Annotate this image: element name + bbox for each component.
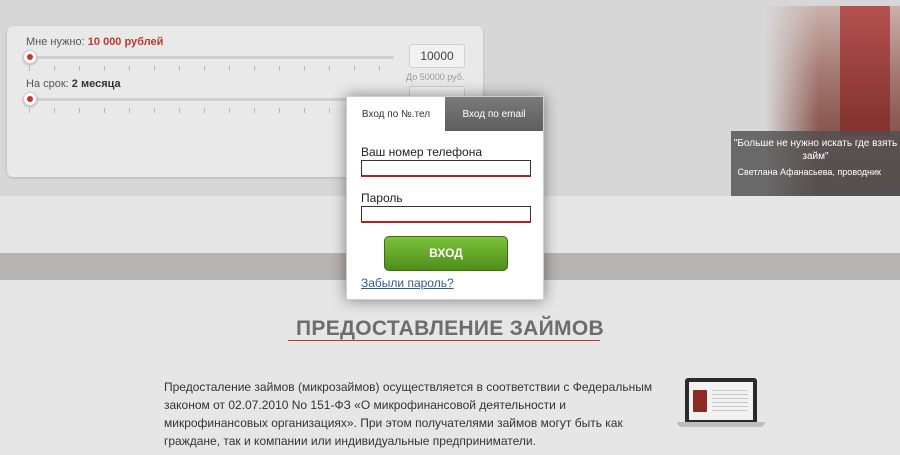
- laptop-base: [677, 422, 765, 427]
- section-paragraph: Предосталение займов (микрозаймов) осуще…: [164, 380, 653, 448]
- amount-label-row: Мне нужно: 10 000 рублей: [26, 36, 163, 48]
- amount-value: 10 000 рублей: [87, 36, 164, 48]
- login-button[interactable]: ВХОД: [384, 236, 508, 271]
- title-underline: [288, 340, 600, 341]
- section-title: ПРЕДОСТАВЛЕНИЕ ЗАЙМОВ: [296, 317, 604, 340]
- term-value: 2 месяца: [71, 78, 121, 90]
- testimonial-author: Светлана Афанасьева, проводник: [737, 167, 881, 177]
- testimonial-box: "Больше не нужно искать где взять займ" …: [731, 131, 900, 196]
- login-modal: Вход по №.тел Вход по email Ваш номер те…: [346, 96, 544, 300]
- term-label-row: На срок: 2 месяца: [26, 78, 121, 90]
- document-lines: [712, 390, 748, 412]
- passport-icon: [693, 390, 707, 412]
- term-slider-ticks: [29, 108, 394, 113]
- term-slider-track[interactable]: [29, 98, 394, 101]
- amount-slider-track[interactable]: [29, 56, 394, 59]
- password-label: Пароль: [361, 191, 403, 205]
- password-input[interactable]: [361, 206, 531, 223]
- testimonial-quote: "Больше не нужно искать где взять займ": [733, 138, 898, 162]
- phone-label: Ваш номер телефона: [361, 145, 483, 159]
- tab-phone-login[interactable]: Вход по №.тел: [347, 97, 445, 131]
- forgot-password-link[interactable]: Забыли пароль?: [361, 276, 454, 290]
- term-label: На срок:: [26, 78, 69, 90]
- phone-input[interactable]: [361, 160, 531, 177]
- term-slider-handle[interactable]: [23, 92, 37, 106]
- amount-input[interactable]: 10000: [409, 44, 465, 68]
- amount-slider-handle[interactable]: [23, 50, 37, 64]
- amount-label: Мне нужно:: [26, 36, 85, 48]
- amount-slider-ticks: [29, 66, 394, 71]
- train-door-image: [840, 6, 890, 136]
- amount-max-hint: До 50000 руб.: [406, 72, 465, 82]
- tab-email-login[interactable]: Вход по email: [445, 97, 543, 131]
